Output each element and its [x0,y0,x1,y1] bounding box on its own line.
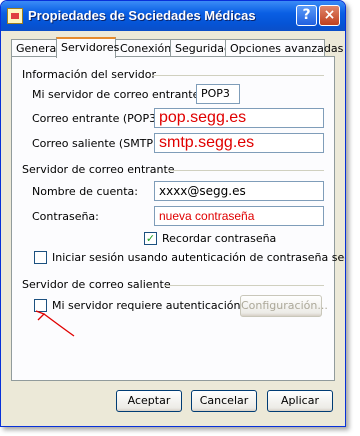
server-info-heading: Información del servidor [22,68,157,81]
password-label: Contraseña: [32,210,99,223]
server-requires-auth-label[interactable]: Mi servidor requiere autenticación [52,299,240,312]
mail-account-icon [7,8,23,24]
group-divider [164,285,324,286]
window-title: Propiedades de Sociedades Médicas [28,8,256,23]
cancel-button[interactable]: Cancelar [191,390,257,412]
arrow-head [35,310,46,321]
help-button[interactable]: ? [296,5,317,26]
incoming-server-field[interactable]: pop.segg.es [154,108,324,128]
tab-servidores[interactable]: Servidores [56,37,119,58]
account-name-field[interactable]: xxxx@segg.es [154,181,324,201]
remember-password-label[interactable]: Recordar contraseña [162,232,276,245]
incoming-server-label: Correo entrante (POP3): [32,112,165,125]
title-bar[interactable]: Propiedades de Sociedades Médicas ? × [1,1,345,31]
password-field[interactable]: nueva contraseña [154,206,324,226]
properties-dialog: Propiedades de Sociedades Médicas ? × Ge… [0,0,346,427]
tab-opciones-avanzadas[interactable]: Opciones avanzadas [225,39,343,57]
tab-general[interactable]: General [11,39,59,57]
arrow-line [43,313,75,337]
tab-conexion[interactable]: Conexión [115,39,171,57]
apply-button[interactable]: Aplicar [267,390,333,412]
incoming-type-field: POP3 [196,84,240,104]
settings-button[interactable]: Configuración... [240,295,328,317]
secure-auth-label[interactable]: Iniciar sesión usando autenticación de c… [52,251,345,264]
account-name-label: Nombre de cuenta: [32,185,138,198]
close-button[interactable]: × [319,5,340,26]
outgoing-server-field[interactable]: smtp.segg.es [154,133,324,153]
secure-auth-checkbox[interactable] [34,251,47,264]
accept-button[interactable]: Aceptar [116,390,182,412]
group-divider [152,75,324,76]
group-divider [168,170,324,171]
outgoing-server-label: Correo saliente (SMTP): [32,137,162,150]
tab-seguridad[interactable]: Seguridad [170,39,231,57]
outgoing-server-heading: Servidor de correo saliente [22,278,171,291]
incoming-server-heading: Servidor de correo entrante [22,163,175,176]
red-arrow-annotation-icon [35,310,75,337]
remember-password-checkbox[interactable]: ✓ [144,232,157,245]
incoming-type-label: Mi servidor de correo entrante es [32,88,216,101]
